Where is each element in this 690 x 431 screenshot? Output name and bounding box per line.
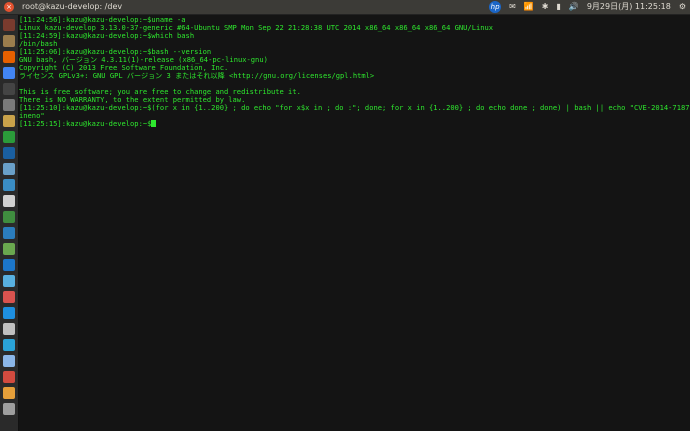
- volume-icon[interactable]: 🔊: [569, 0, 579, 14]
- app-icon[interactable]: [3, 227, 15, 239]
- app-icon[interactable]: [3, 339, 15, 351]
- app-icon[interactable]: [3, 307, 15, 319]
- terminal-line: ライセンス GPLv3+: GNU GPL バージョン 3 またはそれ以降 <h…: [19, 71, 375, 80]
- app-icon[interactable]: [3, 371, 15, 383]
- firefox-icon[interactable]: [3, 51, 15, 63]
- terminal-icon[interactable]: [3, 83, 15, 95]
- clock[interactable]: 9月29日(月) 11:25:18: [587, 0, 671, 14]
- hp-icon[interactable]: hp: [489, 1, 502, 13]
- dash-icon[interactable]: [3, 19, 15, 31]
- system-tray: hp ✉ 📶 ✱ ▮ 🔊 9月29日(月) 11:25:18 ⚙: [489, 0, 686, 14]
- terminal-prompt-line[interactable]: [11:25:15]:kazu@kazu-develop:~$: [19, 120, 690, 128]
- app-icon[interactable]: [3, 131, 15, 143]
- app-icon[interactable]: [3, 163, 15, 175]
- app-icon[interactable]: [3, 243, 15, 255]
- app-icon[interactable]: [3, 323, 15, 335]
- app-icon[interactable]: [3, 147, 15, 159]
- battery-icon[interactable]: ▮: [556, 0, 560, 14]
- app-icon[interactable]: [3, 275, 15, 287]
- bluetooth-icon[interactable]: ✱: [542, 0, 549, 14]
- app-icon[interactable]: [3, 179, 15, 191]
- app-icon[interactable]: [3, 291, 15, 303]
- window-title: root@kazu-develop: /dev: [22, 2, 123, 11]
- close-icon[interactable]: ×: [4, 2, 14, 12]
- wifi-icon[interactable]: 📶: [524, 0, 534, 14]
- app-icon[interactable]: [3, 355, 15, 367]
- files-icon[interactable]: [3, 35, 15, 47]
- launcher: [0, 15, 19, 431]
- app-icon[interactable]: [3, 211, 15, 223]
- app-icon[interactable]: [3, 195, 15, 207]
- app-icon[interactable]: [3, 115, 15, 127]
- top-panel: × root@kazu-develop: /dev hp ✉ 📶 ✱ ▮ 🔊 9…: [0, 0, 690, 15]
- terminal-line: [11:25:10]:kazu@kazu-develop:~$(for x in…: [19, 103, 690, 112]
- text-cursor: [151, 120, 157, 127]
- settings-icon[interactable]: [3, 99, 15, 111]
- terminal-output[interactable]: [11:24:56]:kazu@kazu-develop:~$uname -a …: [19, 15, 690, 431]
- chrome-icon[interactable]: [3, 67, 15, 79]
- mail-icon[interactable]: ✉: [509, 0, 516, 14]
- app-icon[interactable]: [3, 387, 15, 399]
- gear-icon[interactable]: ⚙: [679, 0, 686, 14]
- app-icon[interactable]: [3, 259, 15, 271]
- trash-icon[interactable]: [3, 403, 15, 415]
- terminal-prompt: [11:25:15]:kazu@kazu-develop:~$: [19, 119, 152, 128]
- terminal-line: [11:24:59]:kazu@kazu-develop:~$which bas…: [19, 31, 195, 40]
